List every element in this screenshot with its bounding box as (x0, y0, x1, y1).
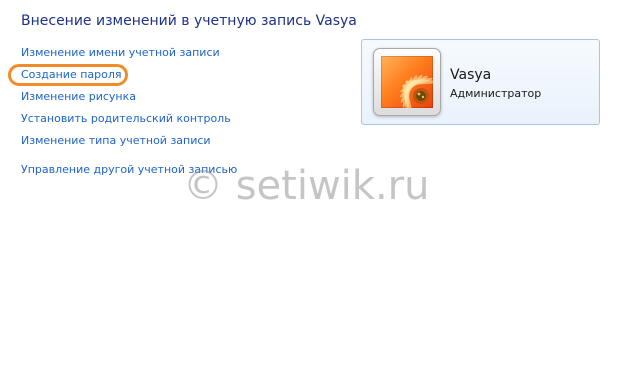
change-account-name-link[interactable]: Изменение имени учетной записи (21, 46, 220, 59)
account-card: Vasya Администратор (361, 39, 600, 125)
account-name: Vasya (450, 67, 492, 83)
account-role: Администратор (450, 87, 542, 100)
orange-flower-picture-icon (381, 56, 433, 108)
change-account-type-link[interactable]: Изменение типа учетной записи (21, 134, 211, 147)
watermark: © setiwik.ru (183, 163, 430, 209)
parental-controls-link[interactable]: Установить родительский контроль (21, 112, 231, 125)
page-title: Внесение изменений в учетную запись Vasy… (21, 13, 357, 29)
highlight-circle (8, 64, 128, 86)
avatar (373, 48, 441, 116)
change-picture-link[interactable]: Изменение рисунка (21, 90, 136, 103)
